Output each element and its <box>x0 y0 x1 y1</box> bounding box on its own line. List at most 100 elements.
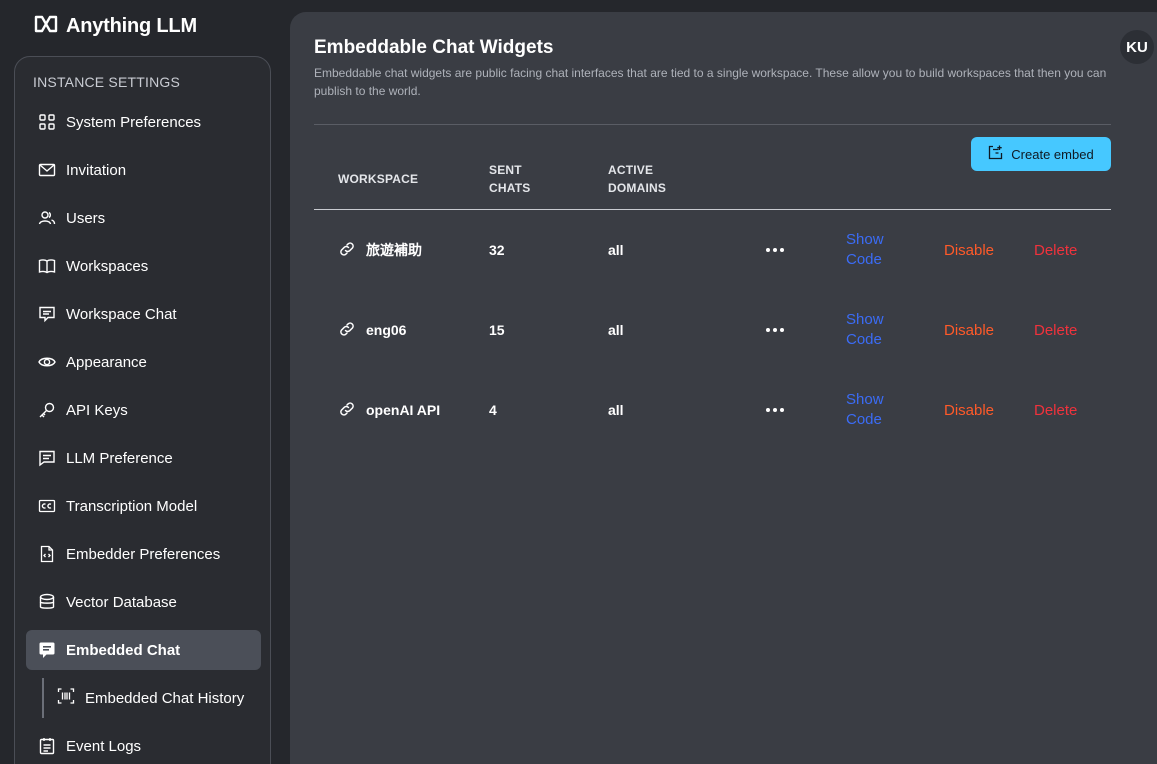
show-code-link[interactable]: Show Code <box>846 390 884 430</box>
embed-icon <box>38 641 56 659</box>
user-avatar[interactable]: KU <box>1120 30 1154 64</box>
sidebar-item-label: Embedder Preferences <box>66 545 221 563</box>
sent-chats-count: 32 <box>489 242 505 258</box>
sent-chats-count: 4 <box>489 402 497 418</box>
sidebar-item-api-keys[interactable]: API Keys <box>26 390 261 430</box>
workspace-name: 旅遊補助 <box>366 242 422 258</box>
header-divider <box>314 124 1111 125</box>
workspace-name: eng06 <box>366 322 407 338</box>
show-code-cell: Show Code <box>846 370 906 450</box>
barcode-icon <box>57 687 75 710</box>
sidebar-subitem-label: Embedded Chat History <box>85 689 245 707</box>
brand-name: Anything LLM <box>66 14 197 37</box>
cc-icon <box>38 497 56 515</box>
sent-chats-count: 15 <box>489 322 505 338</box>
link-icon <box>338 320 356 341</box>
key-icon <box>38 401 56 419</box>
sidebar-item-vector-database[interactable]: Vector Database <box>26 582 261 622</box>
sidebar-item-label: LLM Preference <box>66 449 173 467</box>
embed-add-icon <box>988 145 1003 163</box>
sidebar-item-label: Appearance <box>66 353 147 371</box>
sidebar-item-label: Embedded Chat <box>66 641 181 659</box>
database-icon <box>38 593 56 611</box>
delete-cell: Delete <box>1034 210 1077 290</box>
disable-button[interactable]: Disable <box>944 402 994 419</box>
disable-cell: Disable <box>944 290 994 370</box>
table-row: eng06 15 all Show Code Disable Delete <box>290 290 1157 370</box>
workspace-cell: 旅遊補助 <box>338 210 422 290</box>
sidebar-item-label: Event Logs <box>66 737 142 755</box>
show-code-cell: Show Code <box>846 210 906 290</box>
create-embed-label: Create embed <box>1011 146 1094 162</box>
sidebar-item-embedder-preferences[interactable]: Embedder Preferences <box>26 534 261 574</box>
page-description: Embeddable chat widgets are public facin… <box>314 66 1107 98</box>
link-icon <box>338 240 356 261</box>
grid-icon <box>38 113 56 131</box>
more-options-icon[interactable] <box>766 408 784 412</box>
delete-button[interactable]: Delete <box>1034 402 1077 419</box>
workspace-name: openAI API <box>366 402 441 418</box>
sidebar-item-invitation[interactable]: Invitation <box>26 150 261 190</box>
sidebar-item-label: Workspaces <box>66 257 149 275</box>
show-code-line: Code <box>846 251 882 268</box>
show-code-line: Code <box>846 411 882 428</box>
show-code-line: Code <box>846 331 882 348</box>
sidebar-item-label: System Preferences <box>66 113 202 131</box>
workspace-cell: eng06 <box>338 290 406 370</box>
delete-button[interactable]: Delete <box>1034 242 1077 259</box>
column-header-line: ACTIVE <box>608 163 654 177</box>
submenu-indent-line <box>42 678 44 718</box>
link-icon <box>338 400 356 421</box>
sidebar-item-event-logs[interactable]: Event Logs <box>26 726 261 764</box>
create-embed-button[interactable]: Create embed <box>971 137 1111 171</box>
show-code-line: Show <box>846 231 884 248</box>
disable-button[interactable]: Disable <box>944 322 994 339</box>
envelope-icon <box>38 161 56 179</box>
brand-logo[interactable]: Anything LLM <box>34 14 197 38</box>
sidebar-subitem-embedded-chat-history[interactable]: Embedded Chat History <box>55 678 265 718</box>
table-row: 旅遊補助 32 all Show Code Disable Delete <box>290 210 1157 290</box>
file-code-icon <box>38 545 56 563</box>
page-title: Embeddable Chat Widgets <box>314 37 554 58</box>
settings-sidebar: INSTANCE SETTINGS System Preferences Inv… <box>14 56 271 764</box>
sidebar-item-label: Users <box>66 209 106 227</box>
message-icon <box>38 449 56 467</box>
disable-button[interactable]: Disable <box>944 242 994 259</box>
main-panel: Embeddable Chat Widgets Embeddable chat … <box>290 12 1157 764</box>
sidebar-item-appearance[interactable]: Appearance <box>26 342 261 382</box>
sidebar-item-label: API Keys <box>66 401 128 419</box>
sidebar-item-label: Invitation <box>66 161 127 179</box>
chat-icon <box>38 305 56 323</box>
delete-cell: Delete <box>1034 370 1077 450</box>
disable-cell: Disable <box>944 210 994 290</box>
active-domains-value: all <box>608 322 624 338</box>
anythingllm-logo-icon <box>34 15 58 38</box>
workspace-cell: openAI API <box>338 370 440 450</box>
show-code-link[interactable]: Show Code <box>846 310 884 350</box>
more-options-icon[interactable] <box>766 248 784 252</box>
delete-button[interactable]: Delete <box>1034 322 1077 339</box>
sidebar-item-users[interactable]: Users <box>26 198 261 238</box>
disable-cell: Disable <box>944 370 994 450</box>
sidebar-item-embedded-chat[interactable]: Embedded Chat <box>26 630 261 670</box>
sidebar-item-system-preferences[interactable]: System Preferences <box>26 102 261 142</box>
more-options-cell <box>766 290 784 370</box>
show-code-line: Show <box>846 391 884 408</box>
sidebar-item-label: Workspace Chat <box>66 305 177 323</box>
sidebar-item-workspace-chat[interactable]: Workspace Chat <box>26 294 261 334</box>
show-code-link[interactable]: Show Code <box>846 230 884 270</box>
table-row: openAI API 4 all Show Code Disable Delet… <box>290 370 1157 450</box>
column-header-line: SENT <box>489 163 522 177</box>
column-header-line: CHATS <box>489 181 531 195</box>
sidebar-item-llm-preference[interactable]: LLM Preference <box>26 438 261 478</box>
active-domains-value: all <box>608 242 624 258</box>
more-options-icon[interactable] <box>766 328 784 332</box>
eye-icon <box>38 353 56 371</box>
column-header-line: DOMAINS <box>608 181 667 195</box>
column-header-active-domains: ACTIVE DOMAINS <box>608 161 666 197</box>
sidebar-item-workspaces[interactable]: Workspaces <box>26 246 261 286</box>
active-domains-value: all <box>608 402 624 418</box>
clipboard-icon <box>38 737 56 755</box>
sidebar-item-transcription-model[interactable]: Transcription Model <box>26 486 261 526</box>
sidebar-item-label: Transcription Model <box>66 497 198 515</box>
